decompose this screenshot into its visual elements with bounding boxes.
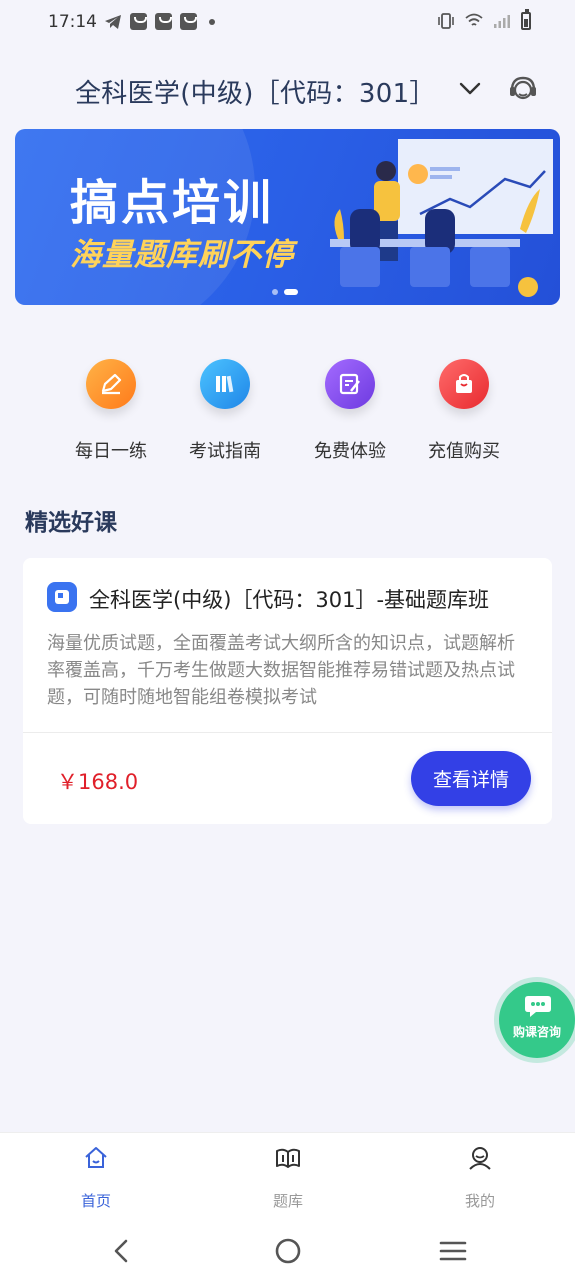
course-title: 全科医学(中级)［代码：301］-基础题库班 [89,588,490,612]
daily-practice-button[interactable]: 每日一练 [56,355,166,463]
consult-label: 购课咨询 [512,1025,561,1039]
quick-action-label: 免费体验 [314,441,386,462]
course-price: ￥168.0 [57,770,139,794]
shopping-bag-icon [180,13,197,30]
tab-profile[interactable]: 我的 [420,1133,540,1211]
quick-actions: 每日一练 考试指南 免费体验 充值购买 [0,355,575,465]
tab-home[interactable]: 首页 [36,1133,156,1211]
vibrate-icon [438,13,454,29]
quick-action-label: 充值购买 [428,441,500,462]
tab-question-bank[interactable]: 题库 [228,1133,348,1211]
course-icon [47,582,77,612]
telegram-icon [105,14,121,29]
chat-bubble-icon [525,996,551,1017]
header: 全科医学(中级)［代码：301］ [0,60,575,120]
exam-guide-button[interactable]: 考试指南 [170,355,280,463]
chevron-down-icon[interactable] [457,76,483,102]
question-bank-icon [276,1148,300,1168]
status-bar: 17:14 [0,0,575,48]
home-nav-icon[interactable] [273,1236,303,1266]
more-notifications-dot [209,18,215,25]
shopping-bag-icon [439,359,489,409]
recents-icon[interactable] [438,1236,468,1266]
recharge-purchase-button[interactable]: 充值购买 [409,355,519,463]
tab-label: 首页 [80,1192,111,1210]
profile-icon [469,1147,491,1170]
signal-icon [494,15,510,28]
pen-icon [86,359,136,409]
edit-icon [325,359,375,409]
tab-label: 题库 [272,1192,303,1210]
course-description: 海量优质试题，全面覆盖考试大纲所含的知识点，试题解析率覆盖高，千万考生做题大数据… [47,633,515,708]
free-trial-button[interactable]: 免费体验 [295,355,405,463]
system-icons [437,9,531,30]
quick-action-label: 考试指南 [189,441,261,462]
system-nav-bar [0,1220,575,1280]
shopping-bag-icon [130,13,147,30]
training-illustration [330,139,553,297]
banner-subtitle: 海量题库刷不停 [70,237,294,273]
divider [23,732,552,733]
back-icon[interactable] [107,1236,137,1266]
wifi-icon [465,13,483,26]
promo-banner[interactable]: 搞点培训 海量题库刷不停 [15,129,560,305]
tab-label: 我的 [464,1192,495,1210]
section-title: 精选好课 [25,510,117,536]
view-details-button[interactable]: 查看详情 [411,751,531,806]
quick-action-label: 每日一练 [75,441,147,462]
course-card[interactable]: 全科医学(中级)［代码：301］-基础题库班 海量优质试题，全面覆盖考试大纲所含… [23,558,552,824]
notification-icons [104,13,215,30]
home-icon [85,1147,107,1168]
bottom-tab-bar: 首页 题库 我的 [0,1132,575,1221]
banner-pagination [272,289,298,295]
subject-title[interactable]: 全科医学(中级)［代码：301］ [75,73,436,110]
course-consult-button[interactable]: 购课咨询 [499,982,575,1058]
pagination-dot[interactable] [272,289,278,295]
status-time: 17:14 [48,12,97,32]
book-icon [200,359,250,409]
customer-service-icon[interactable] [507,73,539,105]
shopping-bag-icon [155,13,172,30]
battery-icon [521,9,531,30]
pagination-dot-active[interactable] [284,289,298,295]
banner-title: 搞点培训 [70,175,275,231]
